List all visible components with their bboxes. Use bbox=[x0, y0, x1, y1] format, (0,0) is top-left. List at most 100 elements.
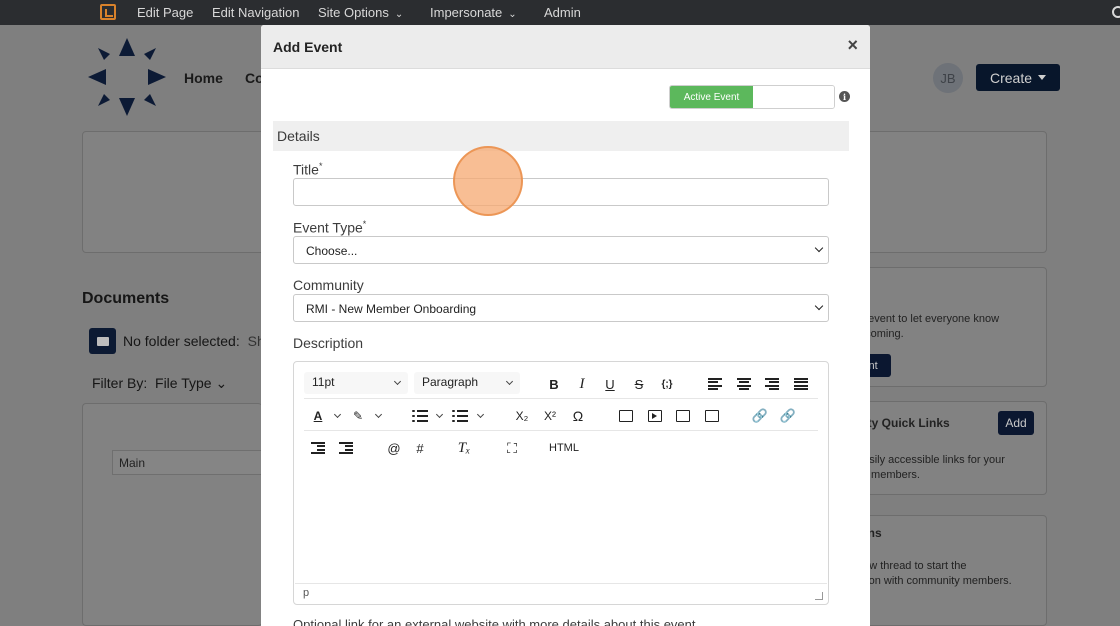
community-select[interactable]: RMI - New Member Onboarding bbox=[293, 294, 829, 322]
code-icon[interactable]: {;} bbox=[658, 374, 676, 394]
main-folder-row[interactable]: Main bbox=[112, 450, 262, 475]
description-label: Description bbox=[293, 335, 364, 351]
title-label-text: Title bbox=[293, 161, 319, 178]
click-indicator bbox=[453, 146, 523, 216]
nav-home-link[interactable]: Home bbox=[184, 70, 223, 86]
insert-link-icon[interactable]: 🔗 bbox=[752, 406, 768, 426]
align-center-icon[interactable] bbox=[736, 374, 752, 394]
element-path[interactable]: p bbox=[303, 587, 309, 599]
admin-link[interactable]: Admin bbox=[544, 5, 581, 20]
folder-icon bbox=[96, 336, 109, 346]
highlight-color-icon[interactable]: ✎ bbox=[350, 406, 366, 426]
active-event-toggle[interactable]: Active Event bbox=[669, 85, 835, 109]
bold-icon[interactable]: B bbox=[546, 374, 562, 394]
chevron-down-icon: ⌄ bbox=[508, 9, 517, 20]
filter-by: Filter By: File Type ⌄ bbox=[92, 375, 227, 392]
event-type-select[interactable]: Choose... bbox=[293, 236, 829, 264]
admin-bar: Edit Page Edit Navigation Site Options ⌄ … bbox=[0, 0, 1120, 25]
open-folder-button[interactable] bbox=[89, 328, 116, 354]
align-right-icon[interactable] bbox=[764, 374, 780, 394]
info-icon[interactable]: i bbox=[839, 91, 850, 102]
strikethrough-icon[interactable]: S bbox=[631, 374, 647, 394]
add-event-modal: Add Event × Active Event i Details Title… bbox=[261, 25, 870, 626]
site-options-menu[interactable]: Site Options ⌄ bbox=[318, 5, 403, 20]
documents-panel bbox=[82, 403, 262, 626]
events-card-text: n event to let everyone know bbox=[859, 313, 1000, 325]
avatar[interactable]: JB bbox=[933, 63, 963, 93]
chevron-down-icon: ⌄ bbox=[394, 9, 404, 20]
upload-media-icon[interactable] bbox=[675, 406, 691, 426]
impersonate-label: Impersonate bbox=[430, 5, 503, 20]
active-event-toggle-label: Active Event bbox=[670, 86, 753, 108]
brand-compass-logo[interactable] bbox=[86, 36, 168, 118]
chevron-down-icon[interactable] bbox=[333, 410, 342, 419]
font-size-value: 11pt bbox=[312, 375, 335, 389]
add-quick-link-button[interactable]: Add bbox=[998, 411, 1034, 435]
close-icon[interactable]: × bbox=[847, 36, 858, 54]
create-button[interactable]: Create bbox=[976, 64, 1060, 91]
chevron-down-icon[interactable] bbox=[374, 410, 383, 419]
community-label: Community bbox=[293, 277, 364, 293]
description-edit-area[interactable] bbox=[295, 467, 827, 583]
text-color-icon[interactable]: A bbox=[310, 406, 326, 426]
no-folder-label: No folder selected: bbox=[123, 333, 240, 349]
file-type-filter[interactable]: File Type bbox=[155, 375, 212, 391]
editor-status-bar: p bbox=[295, 583, 827, 603]
description-editor: 11pt Paragraph B I U S {;} A ✎ X₂ X² Ω 🔗… bbox=[293, 361, 829, 605]
events-card: r n event to let everyone know pcoming. … bbox=[849, 267, 1047, 387]
external-link-helper-text: Optional link for an external website wi… bbox=[293, 617, 696, 626]
embed-media-icon[interactable] bbox=[704, 406, 720, 426]
editor-toolbar-row: @ # Tₓ ⛶ HTML bbox=[304, 432, 818, 463]
modal-title: Add Event bbox=[273, 38, 343, 55]
block-format-select[interactable]: Paragraph bbox=[414, 372, 520, 394]
edit-page-link[interactable]: Edit Page bbox=[137, 5, 193, 20]
quick-links-title: nity Quick Links bbox=[857, 416, 950, 430]
mention-icon[interactable]: @ bbox=[386, 438, 402, 458]
underline-icon[interactable]: U bbox=[602, 374, 618, 394]
edit-navigation-link[interactable]: Edit Navigation bbox=[212, 5, 299, 20]
font-size-select[interactable]: 11pt bbox=[304, 372, 408, 394]
bullet-list-icon[interactable] bbox=[412, 406, 428, 426]
resize-handle-icon[interactable] bbox=[815, 592, 823, 600]
fullscreen-icon[interactable]: ⛶ bbox=[504, 438, 520, 458]
hashtag-icon[interactable]: # bbox=[412, 438, 428, 458]
impersonate-menu[interactable]: Impersonate ⌄ bbox=[430, 5, 517, 20]
insert-image-icon[interactable] bbox=[618, 406, 634, 426]
chevron-down-icon[interactable] bbox=[476, 410, 485, 419]
chevron-down-icon[interactable] bbox=[435, 410, 444, 419]
title-input[interactable] bbox=[293, 178, 829, 206]
toggle-off-area bbox=[753, 86, 834, 108]
no-folder-text: No folder selected: Sh bbox=[123, 333, 265, 349]
numbered-list-icon[interactable] bbox=[452, 406, 468, 426]
italic-icon[interactable]: I bbox=[574, 374, 590, 394]
editor-toolbar-row: 11pt Paragraph B I U S {;} bbox=[304, 368, 818, 399]
align-left-icon[interactable] bbox=[707, 374, 723, 394]
insert-video-icon[interactable] bbox=[647, 406, 663, 426]
outdent-icon[interactable] bbox=[310, 438, 326, 458]
subscript-icon[interactable]: X₂ bbox=[512, 406, 532, 426]
quick-links-card: nity Quick Links Add easily accessible l… bbox=[850, 401, 1047, 495]
site-logo-icon[interactable] bbox=[100, 4, 116, 20]
filter-by-label: Filter By: bbox=[92, 375, 148, 391]
html-source-button[interactable]: HTML bbox=[546, 438, 582, 458]
create-button-label: Create bbox=[989, 69, 1033, 86]
community-value: RMI - New Member Onboarding bbox=[306, 302, 477, 316]
chevron-down-icon bbox=[393, 377, 402, 386]
site-options-label: Site Options bbox=[318, 5, 389, 20]
event-type-label-text: Event Type bbox=[293, 219, 363, 236]
indent-icon[interactable] bbox=[338, 438, 354, 458]
required-mark: * bbox=[318, 161, 323, 171]
documents-title: Documents bbox=[82, 290, 170, 307]
unlink-icon[interactable]: 🔗 bbox=[780, 406, 796, 426]
discussions-text: new thread to start the bbox=[857, 560, 967, 572]
clear-formatting-icon[interactable]: Tₓ bbox=[456, 438, 472, 458]
edge-icon bbox=[1112, 6, 1120, 18]
chevron-down-icon bbox=[505, 377, 514, 386]
align-justify-icon[interactable] bbox=[793, 374, 809, 394]
chevron-down-icon: ⌄ bbox=[215, 375, 228, 391]
chevron-down-icon bbox=[814, 301, 824, 311]
details-section-header: Details bbox=[273, 121, 849, 151]
block-format-value: Paragraph bbox=[422, 375, 479, 389]
special-character-icon[interactable]: Ω bbox=[570, 406, 586, 426]
superscript-icon[interactable]: X² bbox=[540, 406, 560, 426]
